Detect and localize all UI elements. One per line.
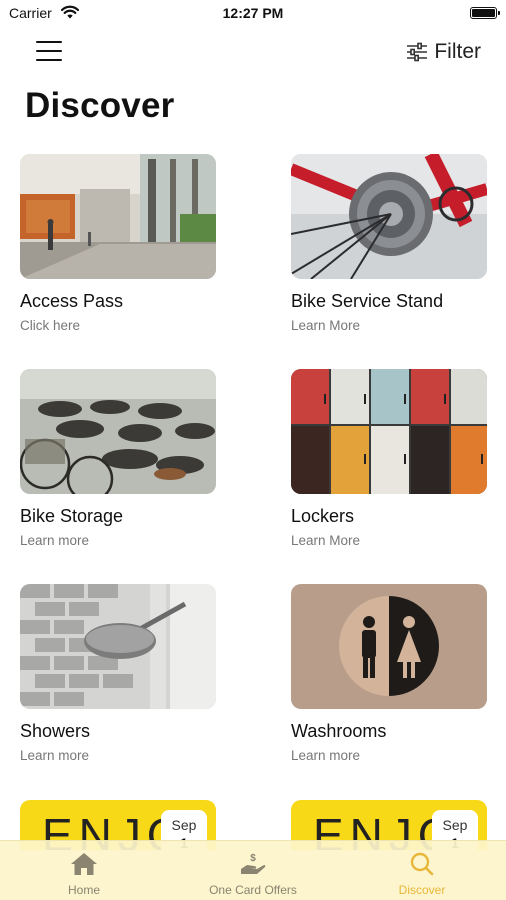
tab-discover[interactable]: Discover [372, 841, 472, 900]
card-title: Bike Service Stand [291, 291, 444, 311]
card-title: Washrooms [291, 721, 387, 741]
card-link[interactable]: Learn More [291, 318, 360, 333]
svg-text:$: $ [250, 853, 256, 864]
search-icon [410, 852, 434, 876]
shower-head-photo [20, 584, 216, 709]
tab-bar: Home $ One Card Offers Discover [0, 840, 506, 900]
colored-lockers-photo [291, 369, 487, 494]
restroom-sign-photo [291, 584, 487, 709]
card-link[interactable]: Learn more [291, 748, 360, 763]
tab-label: One Card Offers [209, 883, 297, 897]
tab-one-card-offers[interactable]: $ One Card Offers [193, 841, 313, 900]
tab-label: Home [67, 883, 100, 897]
card-title: Showers [20, 721, 91, 741]
date-month: Sep [442, 817, 468, 833]
card-title: Bike Storage [20, 506, 124, 526]
card-link[interactable]: Learn More [291, 533, 360, 548]
offers-icon: $ [241, 853, 266, 874]
bike-gears-photo [291, 154, 487, 279]
parked-bikes-photo [20, 369, 216, 494]
card-title: Lockers [291, 506, 355, 526]
home-icon [71, 853, 97, 875]
card-title: Access Pass [20, 291, 124, 311]
building-lobby-photo [20, 154, 216, 279]
card-link[interactable]: Learn more [20, 533, 89, 548]
card-link[interactable]: Click here [20, 318, 80, 333]
date-month: Sep [171, 817, 197, 833]
card-link[interactable]: Learn more [20, 748, 89, 763]
tab-home[interactable]: Home [34, 841, 134, 900]
discover-grid: Access Pass Click here Bike Service Stan… [0, 0, 506, 900]
tab-label: Discover [398, 883, 446, 897]
